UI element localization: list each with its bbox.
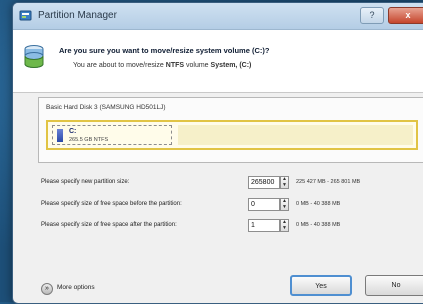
info-fs: NTFS <box>165 62 185 69</box>
confirm-question: Are you sure you want to move/resize sys… <box>59 46 270 55</box>
info-mid: volume <box>186 62 209 69</box>
partition-size: 265.5 GB NTFS <box>69 137 109 143</box>
free-after-spinner[interactable]: ▲ ▼ <box>280 219 289 232</box>
free-before-range: 0 MB - 40 388 MB <box>296 201 341 207</box>
disk-map-panel: Basic Hard Disk 3 (SAMSUNG HD501LJ) C: 2… <box>38 97 423 163</box>
disk-label: Basic Hard Disk 3 (SAMSUNG HD501LJ) <box>46 104 166 111</box>
header-divider <box>13 92 423 93</box>
more-options-label[interactable]: More options <box>57 284 95 291</box>
new-size-input[interactable]: 265800 <box>248 176 280 189</box>
info-volume: System, (C:) <box>210 62 252 69</box>
partition-free-area[interactable] <box>178 125 413 145</box>
no-button[interactable]: No <box>365 275 423 296</box>
free-after-input[interactable]: 1 <box>248 219 280 232</box>
free-before-label: Please specify size of free space before… <box>41 201 182 207</box>
window-title: Partition Manager <box>38 10 117 21</box>
confirm-info: You are about to move/resize NTFS volume… <box>73 62 251 69</box>
new-size-range: 225 427 MB - 265 801 MB <box>296 179 361 185</box>
partition-used-area[interactable]: C: 265.5 GB NTFS <box>52 125 172 145</box>
partition-manager-icon <box>19 10 32 21</box>
disk-icon <box>24 45 44 68</box>
new-size-label: Please specify new partition size: <box>41 179 130 185</box>
yes-button[interactable]: Yes <box>290 275 352 296</box>
close-button[interactable]: x <box>388 7 423 24</box>
new-size-spinner[interactable]: ▲ ▼ <box>280 176 289 189</box>
dialog-header: Are you sure you want to move/resize sys… <box>13 30 423 92</box>
partition-manager-dialog: Partition Manager ? x Are you sure you w… <box>12 2 423 304</box>
free-after-label: Please specify size of free space after … <box>41 222 177 228</box>
free-after-range: 0 MB - 40 388 MB <box>296 222 341 228</box>
more-options-icon[interactable]: » <box>41 283 53 295</box>
info-prefix: You are about to move/resize <box>73 62 164 69</box>
partition-block[interactable]: C: 265.5 GB NTFS <box>46 120 418 150</box>
free-before-spinner[interactable]: ▲ ▼ <box>280 198 289 211</box>
partition-color-bar <box>57 129 63 142</box>
help-button[interactable]: ? <box>360 7 384 24</box>
title-bar: Partition Manager ? x <box>13 3 423 30</box>
free-before-input[interactable]: 0 <box>248 198 280 211</box>
partition-name: C: <box>69 128 77 135</box>
